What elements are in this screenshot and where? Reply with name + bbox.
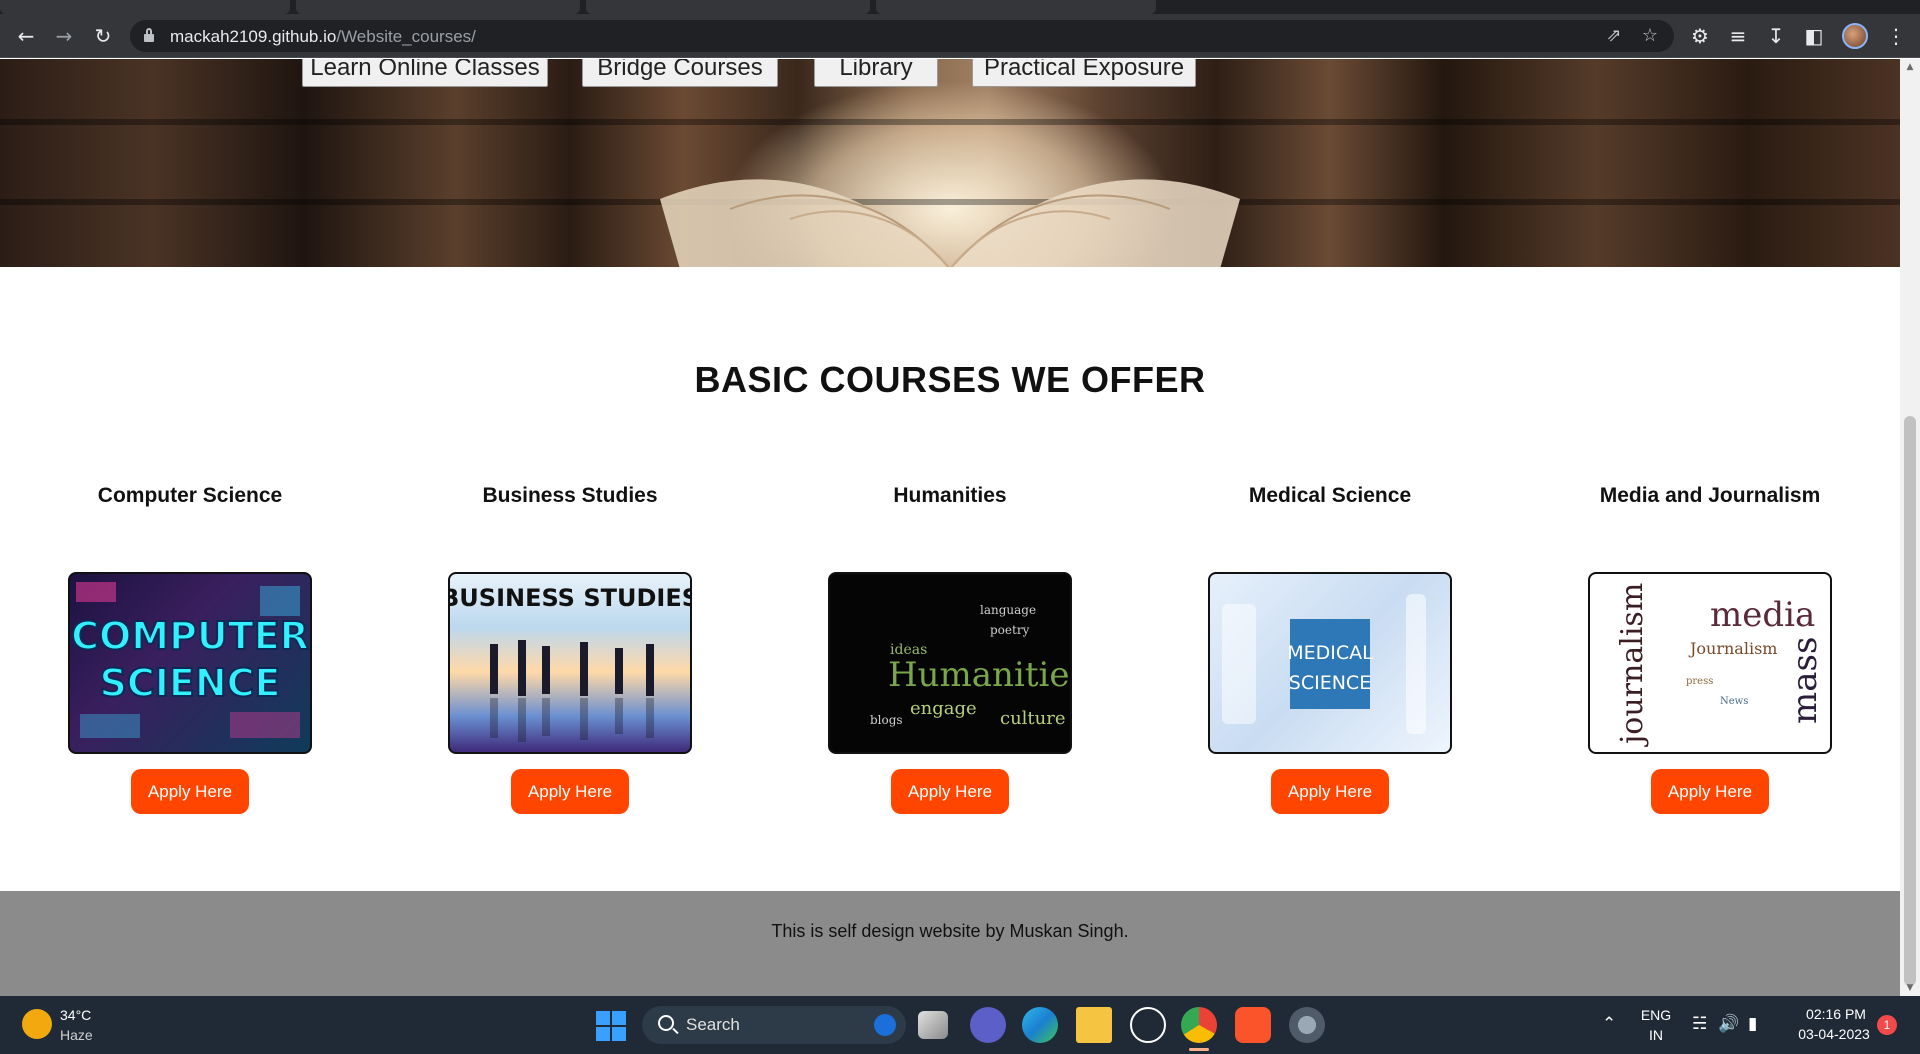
course-card-humanities: Humanities ideas language Humanities eng…: [760, 59, 1140, 996]
svg-text:media: media: [1710, 595, 1815, 635]
course-title: Humanities: [893, 484, 1007, 507]
windows-start-icon[interactable]: [596, 1011, 626, 1041]
humanities-word-cloud: ideas language Humanities engage culture…: [870, 603, 1070, 729]
battery-icon[interactable]: ▮: [1748, 1014, 1757, 1034]
chrome-browser-icon[interactable]: [1181, 1007, 1217, 1043]
profile-avatar[interactable]: [1842, 23, 1868, 49]
tray-chevron-up-icon[interactable]: ⌃: [1602, 1014, 1616, 1034]
search-icon: [658, 1015, 674, 1031]
svg-text:blogs: blogs: [870, 713, 903, 727]
download-icon[interactable]: ↧: [1762, 22, 1790, 50]
media-journalism-image: journalism media mass Journalism press N…: [1588, 572, 1832, 754]
course-title: Computer Science: [97, 484, 283, 507]
url-host: mackah2109.github.io: [170, 27, 337, 46]
computer-science-image: COMPUTER SCIENCE: [68, 572, 312, 754]
course-title: Medical Science: [1248, 484, 1412, 507]
forward-icon[interactable]: →: [50, 22, 78, 50]
svg-text:journalism: journalism: [1615, 583, 1650, 747]
bing-icon[interactable]: [874, 1014, 896, 1036]
weather-temperature[interactable]: 34°C: [60, 1007, 91, 1023]
browser-tab[interactable]: [296, 0, 580, 14]
notification-badge[interactable]: 1: [1877, 1015, 1897, 1035]
weather-condition[interactable]: Haze: [60, 1027, 93, 1043]
svg-text:engage: engage: [910, 698, 977, 719]
back-icon[interactable]: ←: [12, 22, 40, 50]
file-explorer-icon[interactable]: [1076, 1007, 1112, 1043]
browser-tab-active[interactable]: [586, 0, 870, 14]
clock-date[interactable]: 03-04-2023: [1792, 1026, 1876, 1042]
apply-button-computer-science[interactable]: Apply Here: [131, 769, 249, 814]
svg-text:poetry: poetry: [990, 623, 1030, 637]
svg-text:mass: mass: [1785, 637, 1825, 724]
business-studies-artwork: BUSINESS STUDIES: [450, 584, 690, 742]
course-card-business-studies: Business Studies BUSINESS STUDIES Apply …: [380, 59, 760, 996]
media-queue-icon[interactable]: ≡: [1724, 22, 1752, 50]
dell-icon[interactable]: [1130, 1007, 1166, 1043]
address-bar[interactable]: mackah2109.github.io/Website_courses/ ⇗ …: [130, 20, 1674, 52]
windows-taskbar: 34°C Haze Search ⌃ ENG IN ☵ 🔊 ▮ 02:16 PM…: [0, 996, 1920, 1054]
page-viewport: Learn Online Classes Bridge Courses Libr…: [0, 59, 1920, 996]
menu-kebab-icon[interactable]: ⋮: [1882, 22, 1910, 50]
svg-text:MEDICAL: MEDICAL: [1287, 642, 1373, 664]
svg-text:News: News: [1720, 696, 1748, 707]
language-indicator-line2[interactable]: IN: [1640, 1027, 1672, 1043]
page-footer: This is self design website by Muskan Si…: [0, 891, 1900, 996]
apply-button-business-studies[interactable]: Apply Here: [511, 769, 629, 814]
scroll-down-arrow-icon[interactable]: ▼: [1900, 980, 1920, 996]
side-panel-icon[interactable]: ◧: [1800, 22, 1828, 50]
share-icon[interactable]: ⇗: [1602, 24, 1626, 48]
computer-science-artwork: COMPUTER SCIENCE: [70, 582, 310, 738]
teams-chat-icon[interactable]: [970, 1007, 1006, 1043]
clock-time[interactable]: 02:16 PM: [1796, 1006, 1876, 1022]
language-indicator-line1[interactable]: ENG: [1640, 1007, 1672, 1023]
brave-browser-icon[interactable]: [1235, 1007, 1271, 1043]
scroll-thumb[interactable]: [1904, 416, 1916, 986]
taskbar-search[interactable]: Search: [642, 1006, 906, 1044]
search-label: Search: [686, 1015, 740, 1034]
volume-icon[interactable]: 🔊: [1718, 1014, 1739, 1034]
svg-text:press: press: [1686, 676, 1713, 687]
apply-button-media-journalism[interactable]: Apply Here: [1651, 769, 1769, 814]
browser-toolbar: ← → ↻ mackah2109.github.io/Website_cours…: [0, 14, 1920, 58]
task-view-icon[interactable]: [918, 1011, 948, 1039]
active-app-indicator: [1189, 1048, 1209, 1051]
footer-text: This is self design website by Muskan Si…: [771, 921, 1129, 941]
url-text[interactable]: mackah2109.github.io/Website_courses/: [170, 27, 476, 47]
apply-button-medical-science[interactable]: Apply Here: [1271, 769, 1389, 814]
course-title: Media and Journalism: [1599, 484, 1821, 507]
media-journalism-word-cloud: journalism media mass Journalism press N…: [1615, 583, 1825, 747]
course-card-medical-science: Medical Science MEDICAL SCIENCE Apply He…: [1140, 59, 1520, 996]
lock-icon[interactable]: [144, 28, 154, 42]
page-scrollbar[interactable]: ▲ ▼: [1900, 59, 1920, 996]
apply-button-humanities[interactable]: Apply Here: [891, 769, 1009, 814]
browser-tabstrip: [0, 0, 1920, 14]
course-card-media-journalism: Media and Journalism journalism media ma…: [1520, 59, 1900, 996]
course-title: Business Studies: [482, 484, 658, 507]
wifi-icon[interactable]: ☵: [1692, 1014, 1707, 1034]
medical-science-artwork: MEDICAL SCIENCE: [1222, 594, 1426, 734]
url-path: /Website_courses/: [336, 27, 476, 46]
humanities-image: ideas language Humanities engage culture…: [828, 572, 1072, 754]
bookmark-star-icon[interactable]: ☆: [1638, 24, 1662, 48]
browser-tab[interactable]: [876, 0, 1156, 14]
course-card-computer-science: Computer Science COMPUTER SCIENCE Apply …: [0, 59, 380, 996]
svg-text:SCIENCE: SCIENCE: [99, 661, 280, 705]
browser-tab[interactable]: [0, 0, 290, 14]
scroll-up-arrow-icon[interactable]: ▲: [1900, 59, 1920, 75]
edge-browser-icon[interactable]: [1022, 1007, 1058, 1043]
svg-text:culture: culture: [1000, 708, 1066, 729]
business-studies-image: BUSINESS STUDIES: [448, 572, 692, 754]
svg-text:BUSINESS STUDIES: BUSINESS STUDIES: [450, 584, 690, 612]
svg-text:language: language: [980, 603, 1036, 617]
extensions-icon[interactable]: ⚙: [1686, 22, 1714, 50]
svg-text:COMPUTER: COMPUTER: [71, 614, 309, 658]
svg-text:Humanities: Humanities: [888, 655, 1070, 695]
svg-text:Journalism: Journalism: [1688, 639, 1777, 658]
weather-haze-icon[interactable]: [22, 1009, 52, 1039]
settings-gear-icon[interactable]: [1289, 1007, 1325, 1043]
svg-text:SCIENCE: SCIENCE: [1289, 672, 1371, 694]
reload-icon[interactable]: ↻: [89, 22, 117, 50]
medical-science-image: MEDICAL SCIENCE: [1208, 572, 1452, 754]
